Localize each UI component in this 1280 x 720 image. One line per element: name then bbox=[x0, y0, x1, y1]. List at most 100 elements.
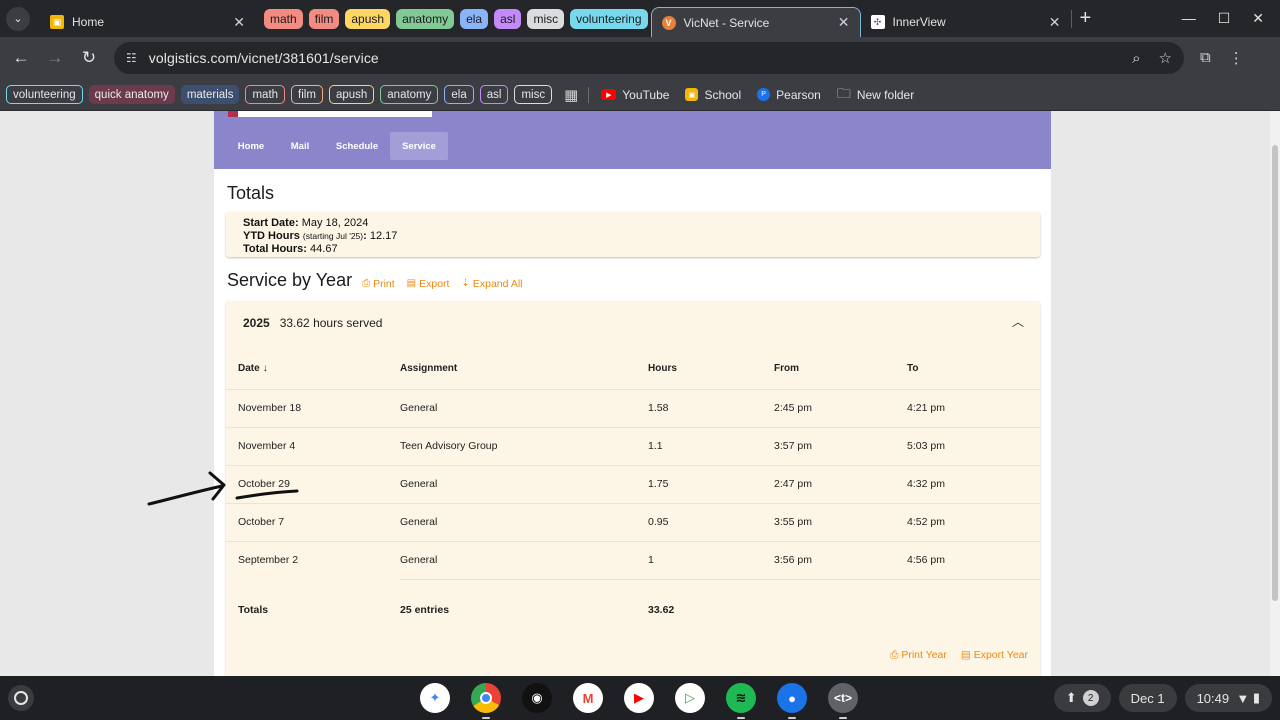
cell-hours: 1.75 bbox=[648, 464, 774, 503]
youtube-app-icon[interactable]: ▶ bbox=[624, 683, 654, 713]
column-date-label: Date bbox=[238, 363, 260, 375]
site-logo bbox=[228, 111, 432, 117]
forward-icon[interactable]: → bbox=[38, 48, 72, 68]
table-row: October 29 General 1.75 2:47 pm 4:32 pm bbox=[226, 464, 1040, 503]
scrollbar-thumb[interactable] bbox=[1272, 145, 1278, 601]
gemini-app-icon[interactable]: ✦ bbox=[420, 683, 450, 713]
page-scrollbar[interactable] bbox=[1270, 111, 1280, 676]
notifications-pill[interactable]: ⬆ 2 bbox=[1053, 684, 1111, 712]
close-icon[interactable]: ✕ bbox=[233, 14, 245, 31]
tab-group-ela[interactable]: ela bbox=[460, 8, 489, 29]
cell-assignment: Teen Advisory Group bbox=[400, 426, 648, 465]
cell-to: 4:52 pm bbox=[907, 502, 1040, 541]
tab-group-math[interactable]: math bbox=[264, 8, 303, 29]
export-year-button[interactable]: ▤ Export Year bbox=[961, 649, 1028, 662]
bookmarks-bar: volunteering quick anatomy materials math fi… bbox=[0, 79, 1280, 111]
tab-group-misc[interactable]: misc bbox=[527, 8, 565, 29]
cell-hours: 1 bbox=[648, 540, 774, 579]
maximize-icon[interactable]: ☐ bbox=[1218, 10, 1231, 27]
file-export-icon: ▤ bbox=[960, 649, 971, 661]
bookmark-pearson[interactable]: P Pearson bbox=[757, 88, 821, 102]
cell-date: November 18 bbox=[226, 388, 400, 427]
print-button[interactable]: ⎙ Print bbox=[362, 278, 395, 290]
extensions-icon[interactable]: ⧉ bbox=[1200, 49, 1211, 67]
table-row: October 7 General 0.95 3:55 pm 4:52 pm bbox=[226, 502, 1040, 541]
bookmark-divider bbox=[588, 86, 590, 103]
export-year-label: Export Year bbox=[973, 649, 1028, 661]
cell-to: 5:03 pm bbox=[907, 426, 1040, 465]
nav-service[interactable]: Service bbox=[390, 132, 448, 160]
chevron-up-icon[interactable]: ︿ bbox=[1012, 313, 1024, 330]
minimize-icon[interactable]: — bbox=[1182, 10, 1196, 27]
cell-date: October 7 bbox=[226, 502, 400, 541]
print-year-button[interactable]: ⎙ Print Year bbox=[890, 649, 947, 662]
table-row: September 2 General 1 3:56 pm 4:56 pm bbox=[226, 540, 1040, 579]
reload-icon[interactable]: ↻ bbox=[72, 48, 106, 68]
bookmark-group-misc[interactable]: misc bbox=[514, 85, 553, 104]
launcher-button[interactable] bbox=[8, 685, 34, 711]
cell-hours: 0.95 bbox=[648, 502, 774, 541]
address-bar[interactable]: ☷ volgistics.com/vicnet/381601/service ⌕… bbox=[114, 42, 1184, 74]
tab-home[interactable]: ▣ Home ✕ bbox=[40, 7, 255, 37]
audiobooks-app-icon[interactable]: ◉ bbox=[522, 683, 552, 713]
url-text[interactable]: volgistics.com/vicnet/381601/service bbox=[149, 50, 1114, 66]
back-icon[interactable]: ← bbox=[4, 48, 38, 68]
star-icon[interactable]: ☆ bbox=[1159, 49, 1172, 67]
spotify-app-icon[interactable]: ≋ bbox=[726, 683, 756, 719]
bookmark-group-quick-anatomy[interactable]: quick anatomy bbox=[88, 85, 175, 104]
tab-group-volunteering[interactable]: volunteering bbox=[570, 8, 648, 29]
year-header[interactable]: 2025 33.62 hours served bbox=[243, 316, 382, 330]
bookmark-group-ela[interactable]: ela bbox=[444, 85, 474, 104]
tab-search-button[interactable]: ⌄ bbox=[6, 6, 30, 31]
totals-empty bbox=[907, 578, 1040, 641]
bookmark-group-materials[interactable]: materials bbox=[180, 85, 240, 104]
close-window-icon[interactable]: ✕ bbox=[1252, 10, 1264, 27]
tab-title: VicNet - Service bbox=[683, 15, 770, 30]
zoom-icon[interactable]: ⌕ bbox=[1132, 50, 1140, 67]
column-date[interactable]: Date ↓ bbox=[226, 349, 400, 389]
launcher-icon bbox=[14, 691, 28, 705]
apps-grid-icon[interactable]: ▦ bbox=[564, 86, 578, 104]
bookmark-group-film[interactable]: film bbox=[291, 85, 323, 104]
export-button[interactable]: ▤ Export bbox=[407, 278, 450, 290]
new-tab-button[interactable]: + bbox=[1080, 7, 1092, 30]
close-icon[interactable]: ✕ bbox=[1049, 14, 1061, 31]
gmail-app-icon[interactable]: M bbox=[573, 683, 603, 713]
bookmark-group-asl[interactable]: asl bbox=[479, 85, 509, 104]
bookmark-group-anatomy[interactable]: anatomy bbox=[380, 85, 439, 104]
menu-kebab-icon[interactable]: ⋮ bbox=[1229, 49, 1244, 67]
bookmark-youtube[interactable]: ▶ YouTube bbox=[601, 88, 669, 102]
tab-group-film[interactable]: film bbox=[308, 8, 340, 29]
nav-schedule[interactable]: Schedule bbox=[324, 132, 390, 160]
running-indicator bbox=[788, 717, 796, 719]
nav-home[interactable]: Home bbox=[226, 132, 276, 160]
ytd-hours-value: 12.17 bbox=[369, 230, 398, 242]
bookmark-group-math[interactable]: math bbox=[245, 85, 286, 104]
close-icon[interactable]: ✕ bbox=[838, 14, 850, 31]
expand-all-button[interactable]: ⇣ Expand All bbox=[461, 278, 522, 290]
tab-group-asl[interactable]: asl bbox=[494, 8, 522, 29]
nav-mail[interactable]: Mail bbox=[276, 132, 324, 160]
site-info-icon[interactable]: ☷ bbox=[126, 51, 137, 65]
totals-empty bbox=[774, 578, 907, 641]
tab-group-anatomy[interactable]: anatomy bbox=[396, 8, 455, 29]
bookmark-label: School bbox=[704, 87, 742, 102]
bookmark-groups: volunteering quick anatomy materials math fi… bbox=[6, 85, 558, 104]
bookmark-new-folder[interactable]: 🗀 New folder bbox=[837, 83, 914, 107]
date-pill[interactable]: Dec 1 bbox=[1118, 684, 1177, 712]
tab-innerview[interactable]: ✣ InnerView ✕ bbox=[861, 7, 1071, 37]
play-store-app-icon[interactable]: ▷ bbox=[675, 683, 705, 713]
page-viewport: Home Mail Schedule Service Totals Start … bbox=[0, 111, 1270, 676]
bookmark-school[interactable]: ▣ School bbox=[685, 88, 741, 102]
tab-vicnet-service[interactable]: V VicNet - Service ✕ bbox=[650, 7, 861, 37]
print-year-label: Print Year bbox=[901, 649, 947, 661]
messages-app-icon[interactable]: ● bbox=[777, 683, 807, 719]
tab-group-apush[interactable]: apush bbox=[345, 8, 391, 29]
notification-count: 2 bbox=[1082, 690, 1099, 706]
chrome-app-icon[interactable] bbox=[471, 683, 501, 719]
bookmark-group-apush[interactable]: apush bbox=[328, 85, 375, 104]
time-pill[interactable]: 10:49 ▼ ▮ bbox=[1184, 684, 1272, 712]
text-app-icon[interactable]: <t> bbox=[828, 683, 858, 719]
bookmark-group-volunteering[interactable]: volunteering bbox=[6, 85, 83, 104]
export-label: Export bbox=[419, 277, 450, 290]
